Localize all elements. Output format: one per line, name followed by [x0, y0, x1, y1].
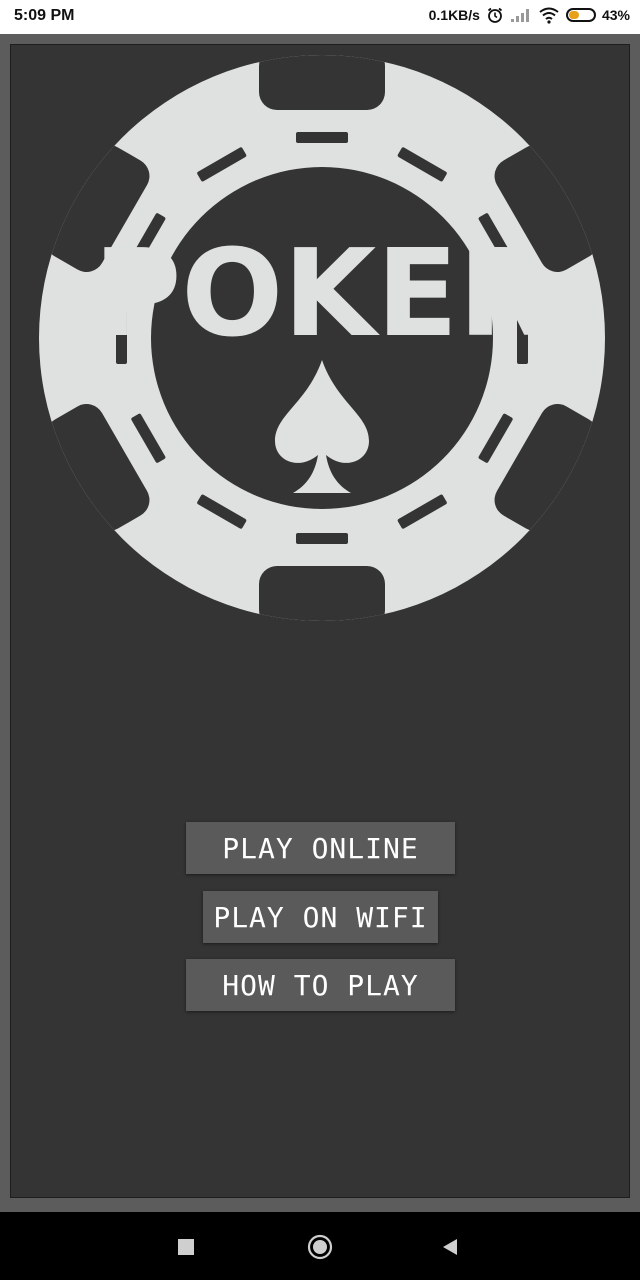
network-speed: 0.1KB/s [428, 7, 480, 23]
wifi-icon [538, 6, 560, 24]
back-triangle-icon[interactable] [437, 1234, 463, 1260]
poker-chip-logo: POKER [39, 55, 605, 621]
chip-inner-tick [296, 533, 348, 544]
navigation-bar [0, 1212, 640, 1280]
app-frame: POKER PLAY ONLINE PLAY ON WIFI HOW TO PL… [0, 34, 640, 1212]
play-online-button[interactable]: PLAY ONLINE [186, 822, 455, 874]
alarm-icon [486, 6, 504, 24]
poker-title: POKER [93, 225, 550, 364]
battery-percent: 43% [601, 7, 630, 23]
battery-level-fill [568, 11, 579, 19]
chip-inner-tick [296, 132, 348, 143]
signal-icon [510, 7, 532, 23]
main-screen: POKER PLAY ONLINE PLAY ON WIFI HOW TO PL… [10, 44, 630, 1198]
status-indicators: 0.1KB/s 43% [429, 6, 630, 24]
status-bar: 5:09 PM 0.1KB/s 43% [0, 0, 640, 34]
chip-edge-stripe [259, 566, 385, 621]
chip-edge-stripe [259, 55, 385, 110]
battery-icon [565, 8, 596, 22]
play-on-wifi-button[interactable]: PLAY ON WIFI [203, 891, 438, 943]
recents-square-icon[interactable] [173, 1234, 199, 1260]
how-to-play-button[interactable]: HOW TO PLAY [186, 959, 455, 1011]
status-time: 5:09 PM [14, 7, 75, 24]
home-circle-icon[interactable] [307, 1234, 333, 1260]
